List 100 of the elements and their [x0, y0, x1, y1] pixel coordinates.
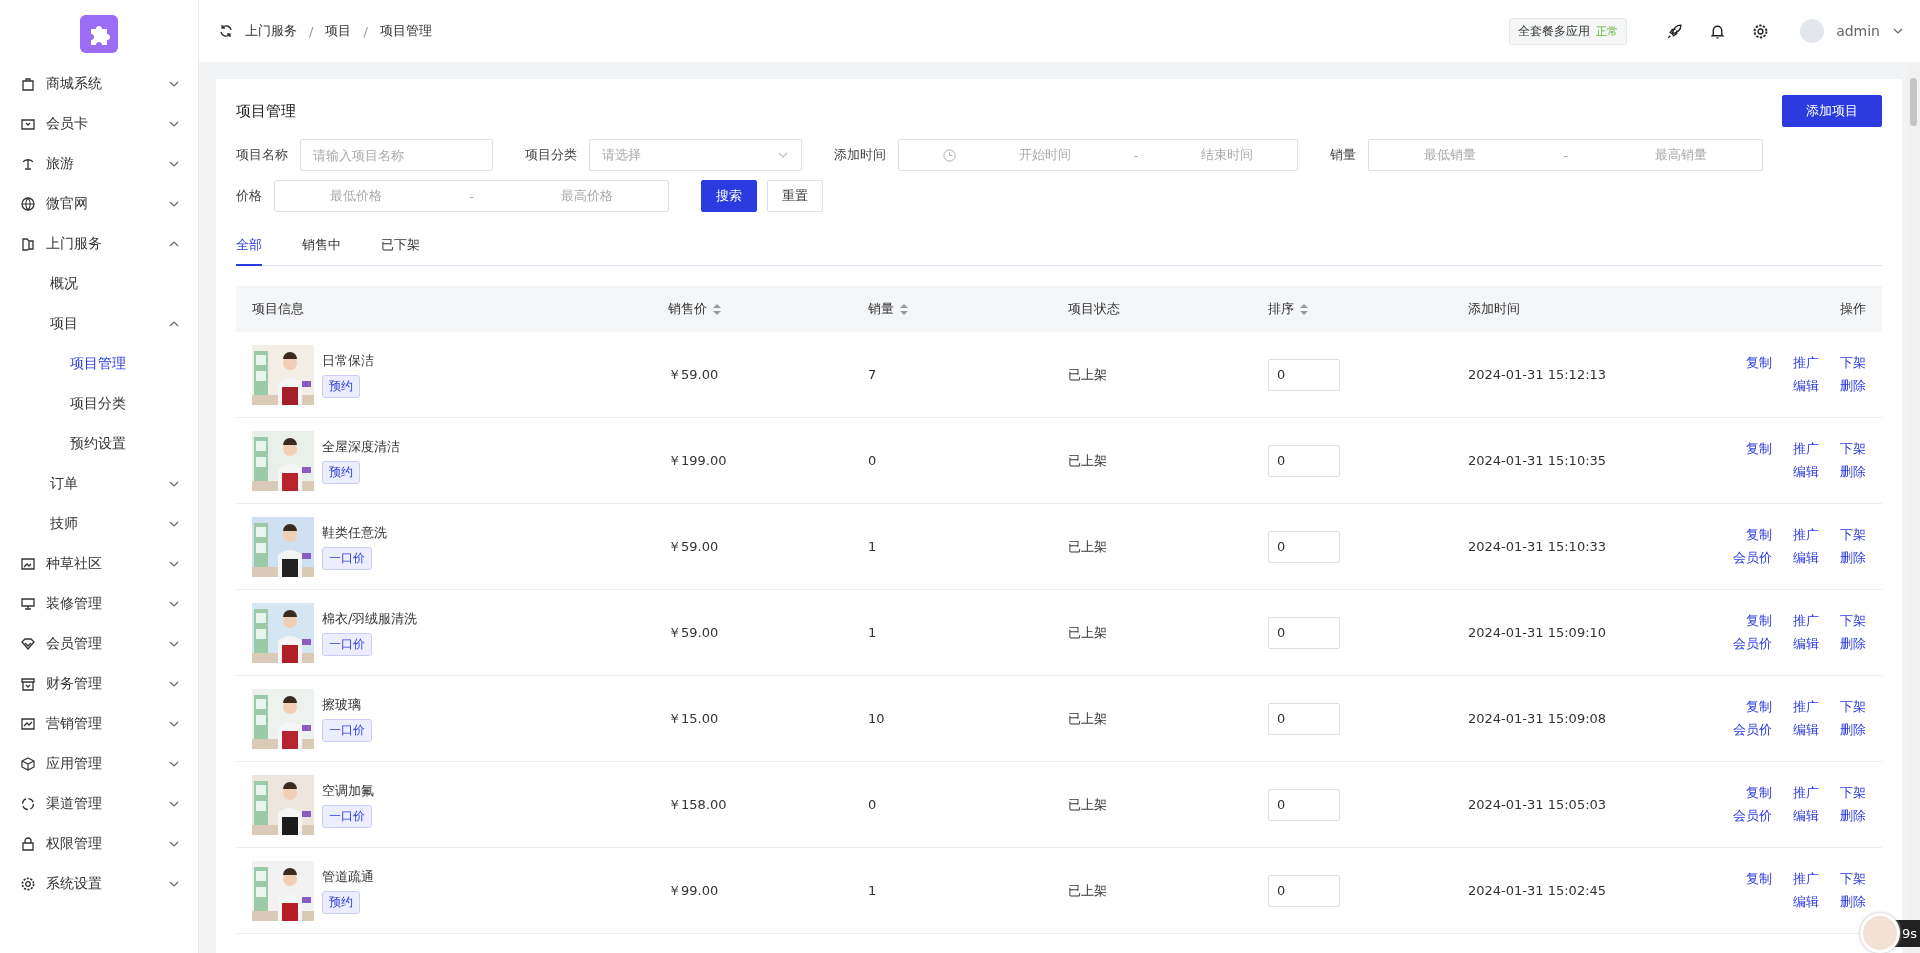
sidebar-item[interactable]: 项目管理	[0, 344, 198, 384]
sidebar-item[interactable]: 会员卡	[0, 104, 198, 144]
plan-badge[interactable]: 全套餐多应用 正常	[1509, 17, 1628, 45]
date-cell-text: 2024-01-31 15:02:45	[1467, 883, 1608, 898]
action-link[interactable]: 复制	[1725, 698, 1772, 716]
action-link[interactable]: 复制	[1725, 784, 1772, 802]
action-link[interactable]: 会员价	[1725, 721, 1772, 739]
sort-input[interactable]: 0	[1268, 874, 1340, 907]
monitor-icon	[20, 596, 36, 612]
action-link[interactable]: 删除	[1819, 463, 1866, 481]
sidebar-item[interactable]: 营销管理	[0, 704, 198, 744]
rocket-icon[interactable]	[1666, 22, 1684, 40]
image-icon	[20, 556, 36, 572]
sort-input[interactable]: 0	[1268, 702, 1340, 735]
sidebar-item[interactable]: 装修管理	[0, 584, 198, 624]
action-link[interactable]: 复制	[1725, 354, 1772, 372]
action-link[interactable]: 删除	[1819, 721, 1866, 739]
sort-input[interactable]: 0	[1268, 444, 1340, 477]
action-link[interactable]: 编辑	[1772, 635, 1819, 653]
sidebar-item[interactable]: 种草社区	[0, 544, 198, 584]
filter-label: 价格	[236, 187, 262, 205]
action-link[interactable]: 推广	[1772, 354, 1819, 372]
action-link[interactable]: 下架	[1819, 698, 1866, 716]
sort-input[interactable]: 0	[1268, 358, 1340, 391]
tab[interactable]: 全部	[236, 236, 262, 266]
tag: 预约	[322, 890, 360, 914]
sidebar-item[interactable]: 会员管理	[0, 624, 198, 664]
action-link[interactable]: 推广	[1772, 612, 1819, 630]
sidebar-item[interactable]: 预约设置	[0, 424, 198, 464]
action-link[interactable]: 删除	[1819, 807, 1866, 825]
action-link[interactable]: 会员价	[1725, 549, 1772, 567]
action-link[interactable]: 复制	[1725, 612, 1772, 630]
action-link[interactable]: 编辑	[1772, 463, 1819, 481]
breadcrumb-link[interactable]: 项目	[325, 22, 352, 40]
settings-icon[interactable]	[1752, 22, 1770, 40]
sort-input[interactable]: 0	[1268, 616, 1340, 649]
sidebar-item[interactable]: 项目	[0, 304, 198, 344]
sidebar-item[interactable]: 财务管理	[0, 664, 198, 704]
action-link[interactable]: 编辑	[1772, 377, 1819, 395]
tab[interactable]: 销售中	[302, 236, 341, 266]
column-header: 项目信息	[252, 300, 304, 318]
action-link[interactable]: 编辑	[1772, 721, 1819, 739]
reset-button[interactable]: 重置	[767, 180, 823, 212]
sidebar-item[interactable]: 渠道管理	[0, 784, 198, 824]
action-link[interactable]: 复制	[1725, 440, 1772, 458]
action-link[interactable]: 下架	[1819, 526, 1866, 544]
action-link[interactable]: 下架	[1819, 354, 1866, 372]
action-link[interactable]: 删除	[1819, 635, 1866, 653]
price-cell-text: ￥59.00	[667, 537, 720, 556]
user-name[interactable]: admin	[1836, 23, 1880, 39]
status-cell-text: 已上架	[1067, 537, 1108, 556]
sidebar-item[interactable]: 概况	[0, 264, 198, 304]
refresh-icon[interactable]	[219, 24, 233, 38]
sidebar-item[interactable]: 技师	[0, 504, 198, 544]
action-link[interactable]: 下架	[1819, 784, 1866, 802]
breadcrumb-link[interactable]: 项目管理	[379, 22, 432, 40]
tag: 预约	[322, 374, 360, 398]
action-link[interactable]: 会员价	[1725, 635, 1772, 653]
action-link[interactable]: 编辑	[1772, 807, 1819, 825]
bell-icon[interactable]	[1709, 22, 1727, 40]
action-link[interactable]: 编辑	[1772, 549, 1819, 567]
sidebar-item[interactable]: 项目分类	[0, 384, 198, 424]
action-link[interactable]: 删除	[1819, 549, 1866, 567]
action-link[interactable]: 推广	[1772, 440, 1819, 458]
action-link[interactable]: 删除	[1819, 893, 1866, 911]
sidebar-item[interactable]: 旅游	[0, 144, 198, 184]
action-link[interactable]: 编辑	[1772, 893, 1819, 911]
sort-input[interactable]: 0	[1268, 788, 1340, 821]
sidebar-item[interactable]: 应用管理	[0, 744, 198, 784]
add-button[interactable]: 添加项目	[1782, 95, 1882, 127]
price-cell-text: ￥15.00	[667, 709, 720, 728]
sidebar-item[interactable]: 权限管理	[0, 824, 198, 864]
sort-icon[interactable]	[713, 303, 721, 315]
sidebar-item[interactable]: 微官网	[0, 184, 198, 224]
tab[interactable]: 已下架	[381, 236, 420, 266]
sidebar-item[interactable]: 系统设置	[0, 864, 198, 904]
action-link[interactable]: 复制	[1725, 870, 1772, 888]
action-link[interactable]: 推广	[1772, 526, 1819, 544]
item-name: 鞋类任意洗	[322, 523, 387, 542]
sort-icon[interactable]	[900, 303, 908, 315]
name-field[interactable]: 请输入项目名称	[300, 139, 493, 171]
date-cell-text: 2024-01-31 15:10:35	[1467, 453, 1608, 468]
action-link[interactable]: 复制	[1725, 526, 1772, 544]
sort-input[interactable]: 0	[1268, 530, 1340, 563]
sidebar-item[interactable]: 订单	[0, 464, 198, 504]
sidebar-item[interactable]: 商城系统	[0, 64, 198, 104]
search-button[interactable]: 搜索	[701, 180, 757, 212]
action-link[interactable]: 下架	[1819, 440, 1866, 458]
action-link[interactable]: 下架	[1819, 612, 1866, 630]
breadcrumb-link[interactable]: 上门服务	[245, 22, 297, 40]
action-link[interactable]: 删除	[1819, 377, 1866, 395]
action-link[interactable]: 推广	[1772, 784, 1819, 802]
sort-icon[interactable]	[1300, 303, 1308, 315]
clock-icon	[942, 148, 956, 162]
action-link[interactable]: 下架	[1819, 870, 1866, 888]
action-link[interactable]: 推广	[1772, 698, 1819, 716]
action-link[interactable]: 会员价	[1725, 807, 1772, 825]
action-link[interactable]: 推广	[1772, 870, 1819, 888]
sidebar-item[interactable]: 上门服务	[0, 224, 198, 264]
price-cell-text: ￥99.00	[667, 881, 720, 900]
